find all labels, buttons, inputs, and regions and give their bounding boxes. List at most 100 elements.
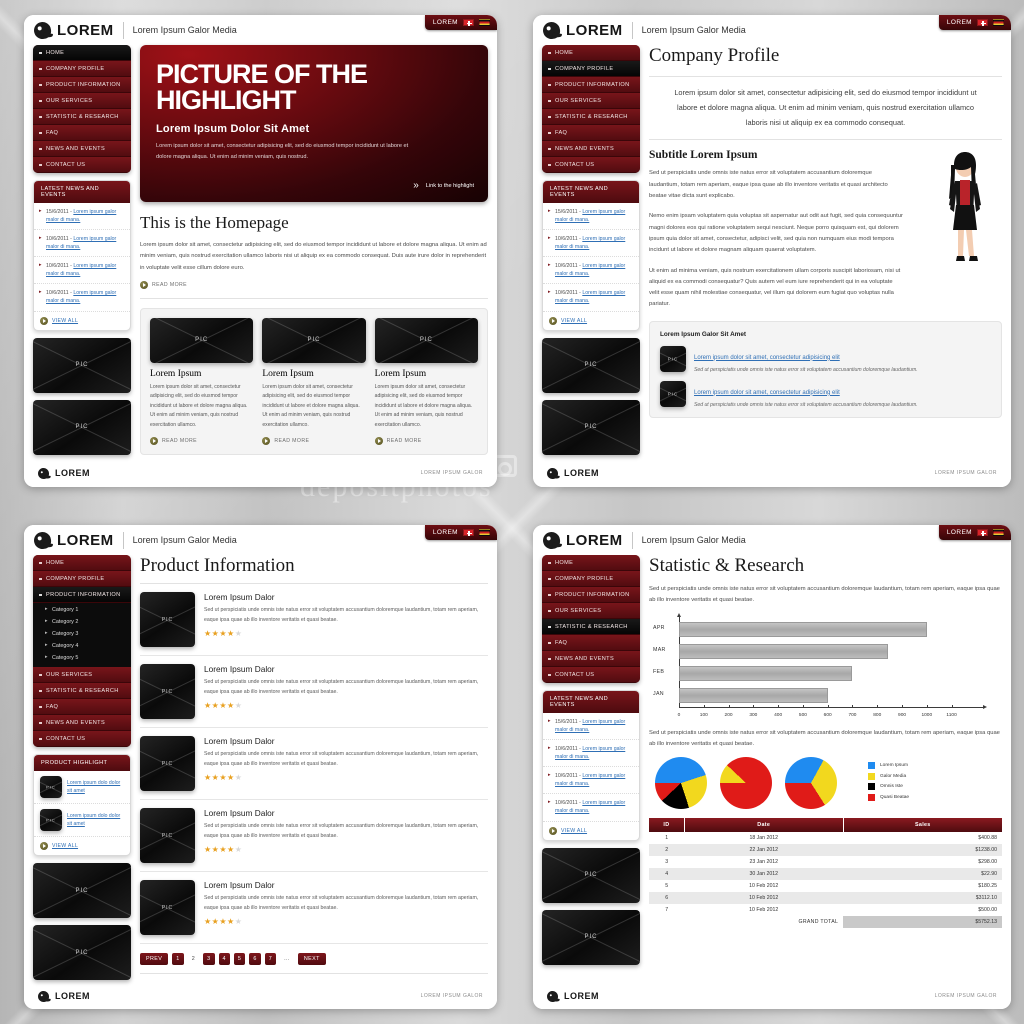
- nav-item-statistic-research[interactable]: STATISTIC & RESEARCH: [33, 109, 131, 125]
- logo[interactable]: LOREM: [32, 20, 114, 40]
- pagination-page-2-current[interactable]: 2: [188, 953, 199, 965]
- nav-item-contact-us[interactable]: CONTACT US: [542, 157, 640, 173]
- view-all-row[interactable]: VIEW ALL: [543, 822, 639, 840]
- pagination-prev-button[interactable]: PREV: [140, 953, 169, 965]
- feature-card[interactable]: PIC Lorem Ipsum Lorem ipsum dolor sit am…: [374, 317, 478, 445]
- view-all-row[interactable]: VIEW ALL: [34, 837, 130, 855]
- product-row[interactable]: PIC Lorem Ipsum Dalor Sed ut perspiciati…: [140, 800, 488, 872]
- view-all-link[interactable]: VIEW ALL: [561, 828, 587, 834]
- sidebar-pic-placeholder[interactable]: PIC: [542, 399, 640, 455]
- list-item[interactable]: 15/6/2011 - Lorem ipsum galor malor di m…: [543, 713, 639, 741]
- nav-item-statistic-research[interactable]: STATISTIC & RESEARCH: [542, 619, 640, 635]
- sidebar-pic-placeholder[interactable]: PIC: [33, 925, 131, 980]
- nav-item-news-and-events[interactable]: NEWS AND EVENTS: [542, 141, 640, 157]
- nav-item-company-profile[interactable]: COMPANY PROFILE: [542, 61, 640, 77]
- logo[interactable]: LOREM: [541, 20, 623, 40]
- product-pic-placeholder[interactable]: PIC: [140, 592, 195, 647]
- nav-item-news-and-events[interactable]: NEWS AND EVENTS: [542, 651, 640, 667]
- nav-item-company-profile[interactable]: COMPANY PROFILE: [33, 571, 131, 587]
- logo[interactable]: LOREM: [32, 530, 114, 550]
- pagination-page-5[interactable]: 5: [233, 953, 246, 965]
- flag-swiss-icon[interactable]: [463, 529, 474, 536]
- nav-item-news-and-events[interactable]: NEWS AND EVENTS: [33, 141, 131, 157]
- rating-stars[interactable]: ★★★★★: [204, 629, 488, 638]
- flag-swiss-icon[interactable]: [977, 529, 988, 536]
- product-row[interactable]: PIC Lorem Ipsum Dalor Sed ut perspiciati…: [140, 728, 488, 800]
- language-switcher[interactable]: LOREM: [938, 15, 1011, 30]
- list-item[interactable]: 10/6/2011 - Lorem ipsum galor malor di m…: [543, 794, 639, 822]
- pagination-next-button[interactable]: NEXT: [297, 953, 326, 965]
- link-pic-placeholder[interactable]: PIC: [660, 380, 686, 407]
- list-item[interactable]: PIC Lorem ipsum dolo dolor sit amet: [34, 771, 130, 804]
- nav-item-product-information[interactable]: PRODUCT INFORMATION: [542, 77, 640, 93]
- list-item[interactable]: 10/6/2011 - Lorem ipsum galor malor di m…: [543, 767, 639, 795]
- list-item[interactable]: 10/6/2011 - Lorem ipsum galor malor di m…: [543, 284, 639, 312]
- list-item[interactable]: PIC Lorem ipsum dolor sit amet, consecte…: [660, 380, 991, 408]
- flag-swiss-icon[interactable]: [977, 19, 988, 26]
- view-all-link[interactable]: VIEW ALL: [561, 318, 587, 324]
- nav-item-product-information[interactable]: PRODUCT INFORMATION: [542, 587, 640, 603]
- logo[interactable]: LOREM: [541, 530, 623, 550]
- nav-item-our-services[interactable]: OUR SERVICES: [542, 93, 640, 109]
- feature-card[interactable]: PIC Lorem Ipsum Lorem ipsum dolor sit am…: [262, 317, 366, 445]
- product-row[interactable]: PIC Lorem Ipsum Dalor Sed ut perspiciati…: [140, 584, 488, 656]
- rating-stars[interactable]: ★★★★★: [204, 845, 488, 854]
- product-pic-placeholder[interactable]: PIC: [140, 736, 195, 791]
- card-pic-placeholder[interactable]: PIC: [150, 317, 254, 363]
- flag-german-icon[interactable]: [993, 529, 1004, 536]
- nav-subitem-category-3[interactable]: Category 3: [33, 628, 131, 640]
- flag-german-icon[interactable]: [479, 529, 490, 536]
- read-more-link[interactable]: READ MORE: [150, 437, 253, 445]
- nav-item-contact-us[interactable]: CONTACT US: [33, 731, 131, 747]
- view-all-row[interactable]: VIEW ALL: [34, 312, 130, 330]
- sidebar-pic-placeholder[interactable]: PIC: [33, 863, 131, 918]
- rating-stars[interactable]: ★★★★★: [204, 701, 488, 710]
- nav-subitem-category-4[interactable]: Category 4: [33, 640, 131, 652]
- list-item[interactable]: 15/6/2011 - Lorem ipsum galor malor di m…: [34, 203, 130, 231]
- nav-item-statistic-research[interactable]: STATISTIC & RESEARCH: [33, 683, 131, 699]
- list-item[interactable]: PIC Lorem ipsum dolor sit amet, consecte…: [660, 345, 991, 373]
- flag-swiss-icon[interactable]: [463, 19, 474, 26]
- read-more-link[interactable]: READ MORE: [262, 437, 365, 445]
- nav-item-company-profile[interactable]: COMPANY PROFILE: [33, 61, 131, 77]
- product-pic-placeholder[interactable]: PIC: [140, 808, 195, 863]
- card-pic-placeholder[interactable]: PIC: [262, 317, 366, 363]
- rating-stars[interactable]: ★★★★★: [204, 773, 488, 782]
- nav-item-contact-us[interactable]: CONTACT US: [33, 157, 131, 173]
- nav-item-our-services[interactable]: OUR SERVICES: [33, 93, 131, 109]
- read-more-link[interactable]: READ MORE: [374, 437, 478, 445]
- pagination-page-3[interactable]: 3: [203, 953, 215, 965]
- related-link[interactable]: Lorem ipsum dolor sit amet, consectetur …: [694, 355, 840, 361]
- related-link[interactable]: Lorem ipsum dolor sit amet, consectetur …: [694, 390, 840, 396]
- footer-logo[interactable]: LOREM: [37, 466, 90, 480]
- list-item[interactable]: 10/6/2011 - Lorem ipsum galor malor di m…: [543, 740, 639, 768]
- highlight-pic-placeholder[interactable]: PIC: [40, 809, 62, 831]
- list-item[interactable]: 10/6/2011 - Lorem ipsum galor malor di m…: [543, 230, 639, 258]
- nav-item-home[interactable]: HOME: [33, 45, 131, 61]
- pagination-page-4[interactable]: 4: [218, 953, 230, 965]
- list-item[interactable]: 15/6/2011 - Lorem ipsum galor malor di m…: [543, 203, 639, 231]
- nav-item-news-and-events[interactable]: NEWS AND EVENTS: [33, 715, 131, 731]
- list-item[interactable]: 10/6/2011 - Lorem ipsum galor malor di m…: [34, 284, 130, 312]
- language-switcher[interactable]: LOREM: [424, 15, 497, 30]
- nav-subitem-category-2[interactable]: Category 2: [33, 616, 131, 628]
- list-item[interactable]: 10/6/2011 - Lorem ipsum galor malor di m…: [34, 230, 130, 258]
- sidebar-pic-placeholder[interactable]: PIC: [542, 337, 640, 393]
- footer-logo[interactable]: LOREM: [546, 989, 599, 1003]
- sidebar-pic-placeholder[interactable]: PIC: [33, 337, 131, 393]
- pagination-page-7[interactable]: 7: [264, 953, 277, 965]
- hero-link[interactable]: » Link to the highlight: [413, 181, 474, 191]
- sidebar-pic-placeholder[interactable]: PIC: [542, 847, 640, 903]
- sidebar-pic-placeholder[interactable]: PIC: [542, 909, 640, 965]
- nav-item-faq[interactable]: FAQ: [542, 635, 640, 651]
- nav-item-our-services[interactable]: OUR SERVICES: [542, 603, 640, 619]
- pagination-page-1[interactable]: 1: [172, 953, 184, 965]
- link-pic-placeholder[interactable]: PIC: [660, 345, 686, 372]
- product-row[interactable]: PIC Lorem Ipsum Dalor Sed ut perspiciati…: [140, 872, 488, 944]
- sidebar-pic-placeholder[interactable]: PIC: [33, 399, 131, 455]
- view-all-row[interactable]: VIEW ALL: [543, 312, 639, 330]
- nav-item-faq[interactable]: FAQ: [33, 125, 131, 141]
- nav-subitem-category-5[interactable]: Category 5: [33, 652, 131, 664]
- feature-card[interactable]: PIC Lorem Ipsum Lorem ipsum dolor sit am…: [150, 317, 254, 445]
- language-switcher[interactable]: LOREM: [424, 525, 497, 540]
